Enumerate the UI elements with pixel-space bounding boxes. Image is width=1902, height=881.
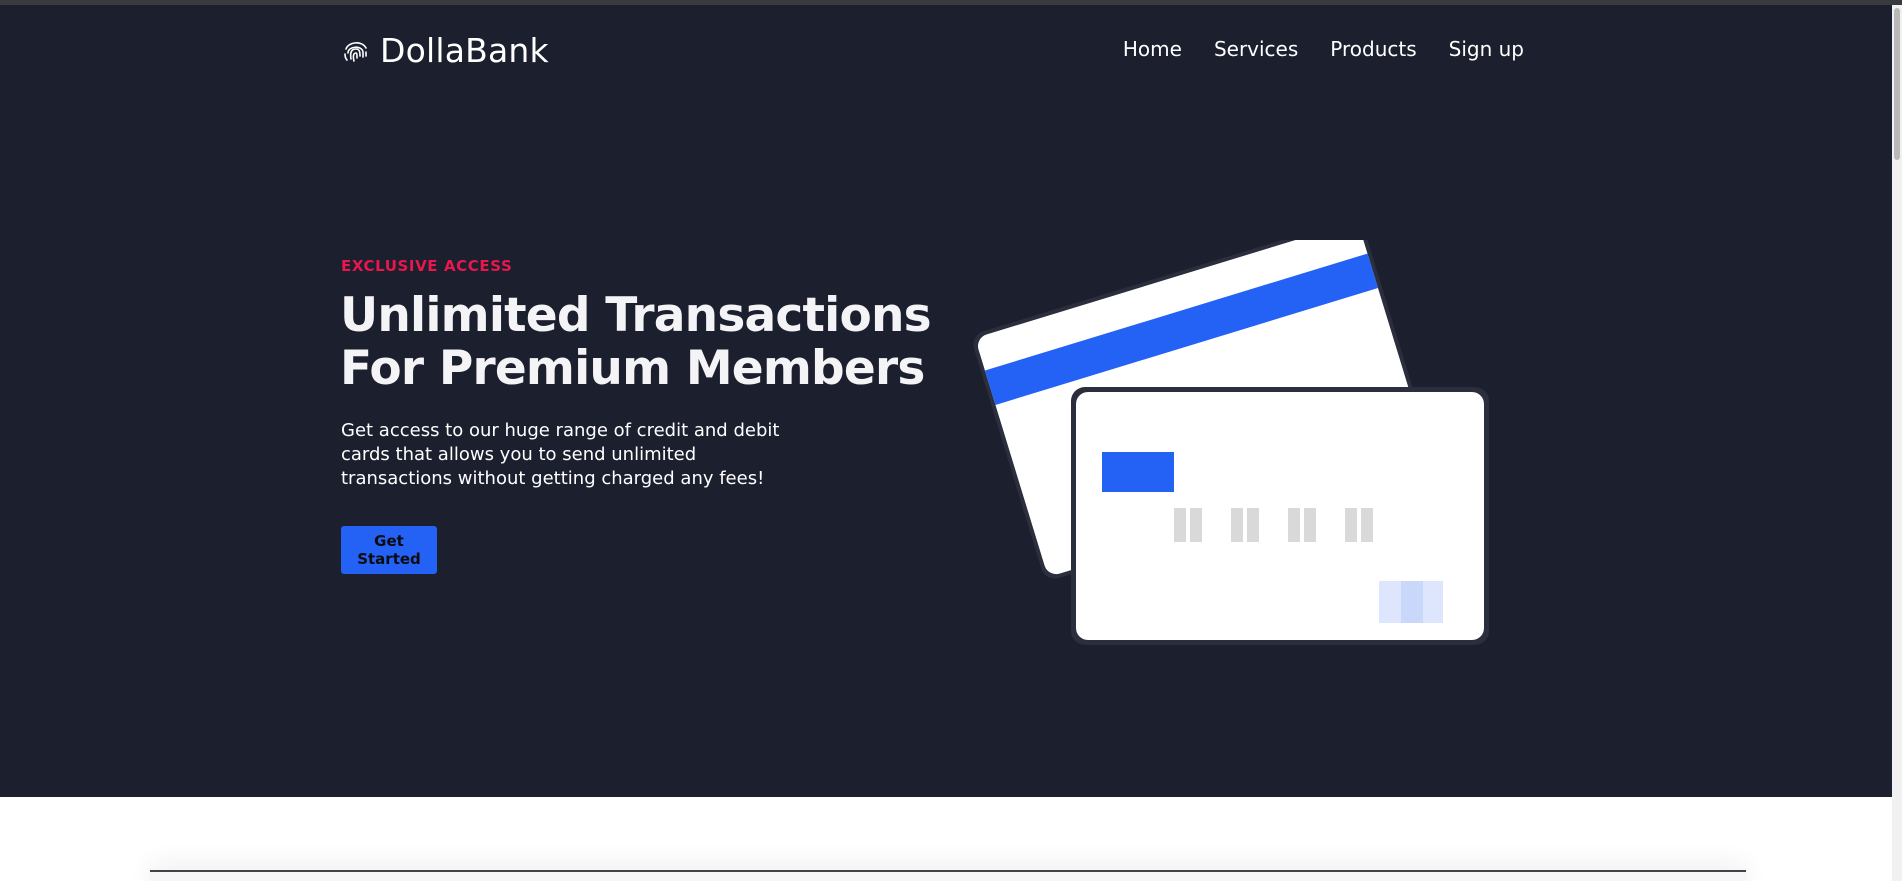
brand-name: DollaBank	[380, 31, 549, 70]
main-nav: Home Services Products Sign up	[1123, 37, 1524, 61]
next-section-panel	[150, 870, 1746, 881]
hero-title-line-2: For Premium Members	[340, 341, 925, 396]
hero-title: Unlimited Transactions For Premium Membe…	[340, 288, 932, 396]
nav-link-products[interactable]: Products	[1330, 37, 1416, 61]
hero-description: Get access to our huge range of credit a…	[341, 420, 780, 489]
front-card	[1071, 387, 1489, 645]
credit-cards-illustration	[955, 240, 1515, 650]
scrollbar-thumb[interactable]	[1894, 8, 1900, 160]
fingerprint-icon	[342, 37, 370, 65]
get-started-button[interactable]: Get Started	[341, 526, 437, 574]
brand-logo-link[interactable]: DollaBank	[342, 31, 549, 70]
nav-link-home[interactable]: Home	[1123, 37, 1182, 61]
hero-eyebrow: EXCLUSIVE ACCESS	[341, 257, 513, 275]
nav-link-services[interactable]: Services	[1214, 37, 1298, 61]
hero-title-line-1: Unlimited Transactions	[340, 288, 932, 343]
hero-section: DollaBank Home Services Products Sign up…	[0, 5, 1892, 797]
nav-link-sign-up[interactable]: Sign up	[1449, 37, 1524, 61]
